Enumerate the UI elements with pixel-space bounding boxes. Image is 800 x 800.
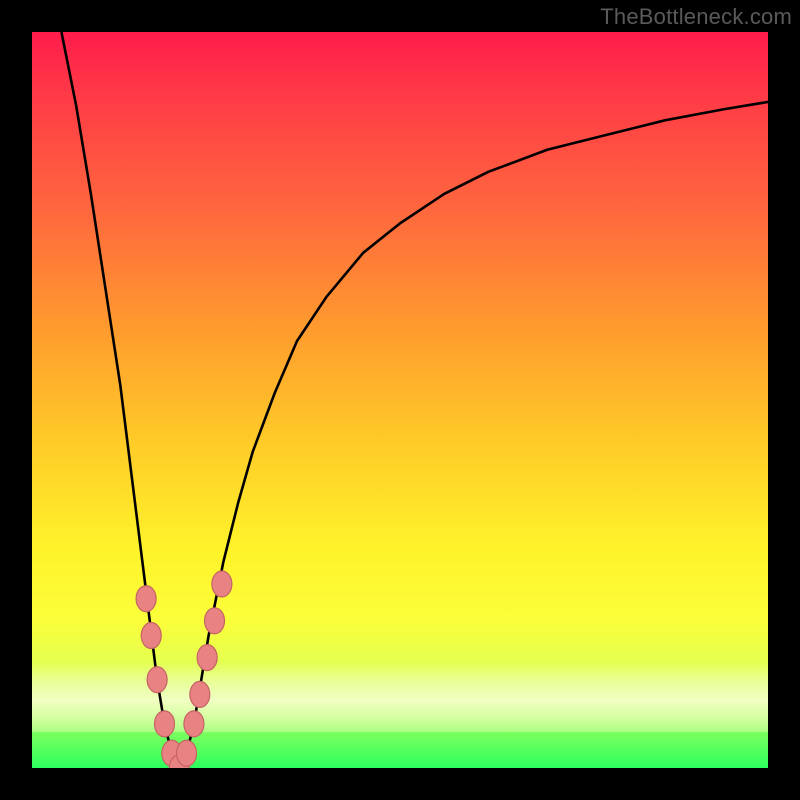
marker-point xyxy=(162,740,182,766)
marker-point xyxy=(154,711,174,737)
marker-point xyxy=(212,571,232,597)
chart-plot-area xyxy=(32,32,768,768)
marker-point xyxy=(197,645,217,671)
marker-point xyxy=(177,740,197,766)
chart-frame: TheBottleneck.com xyxy=(0,0,800,800)
marker-point xyxy=(136,586,156,612)
bottleneck-curve xyxy=(61,32,768,768)
highlight-band xyxy=(32,662,768,732)
watermark-text: TheBottleneck.com xyxy=(600,4,792,30)
chart-svg xyxy=(32,32,768,768)
marker-point xyxy=(169,755,189,768)
marker-point xyxy=(147,667,167,693)
marker-point xyxy=(184,711,204,737)
marker-group xyxy=(136,571,232,768)
marker-point xyxy=(190,681,210,707)
marker-point xyxy=(205,608,225,634)
marker-point xyxy=(141,623,161,649)
